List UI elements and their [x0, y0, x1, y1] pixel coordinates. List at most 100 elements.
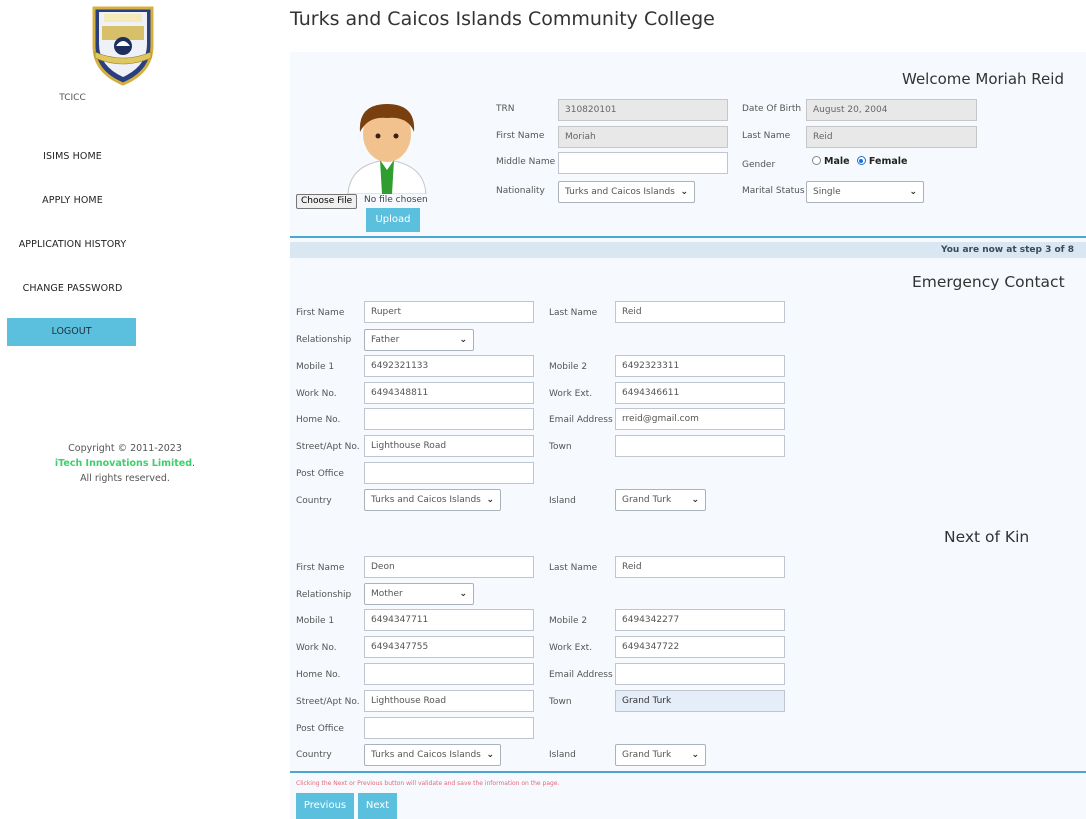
nok-relationship-label: Relationship: [296, 590, 352, 600]
marital-status-select[interactable]: Single ⌄: [806, 181, 924, 203]
nok-island-label: Island: [549, 750, 576, 760]
ec-mobile2-label: Mobile 2: [549, 362, 588, 372]
nav-isims-home[interactable]: ISIMS HOME: [0, 151, 145, 162]
ec-email-label: Email Address: [549, 415, 613, 425]
chevron-down-icon: ⌄: [909, 187, 917, 197]
nationality-select[interactable]: Turks and Caicos Islands ⌄: [558, 181, 695, 203]
nok-mobile1-label: Mobile 1: [296, 616, 335, 626]
nok-relationship-select[interactable]: Mother ⌄: [364, 583, 474, 605]
page-title: Turks and Caicos Islands Community Colle…: [290, 8, 715, 30]
chevron-down-icon: ⌄: [691, 495, 699, 505]
nok-island-select[interactable]: Grand Turk ⌄: [615, 744, 706, 766]
nok-country-label: Country: [296, 750, 332, 760]
nok-work-no-input[interactable]: 6494347755: [364, 636, 534, 658]
upload-button[interactable]: Upload: [366, 208, 420, 232]
nok-email-label: Email Address: [549, 670, 613, 680]
trn-label: TRN: [496, 104, 515, 114]
next-of-kin-heading: Next of Kin: [944, 528, 1030, 546]
nok-home-no-label: Home No.: [296, 670, 341, 680]
chevron-down-icon: ⌄: [486, 750, 494, 760]
first-name-field: Moriah: [558, 126, 728, 148]
ec-post-office-label: Post Office: [296, 469, 344, 479]
nav-application-history[interactable]: APPLICATION HISTORY: [0, 239, 145, 250]
nok-work-ext-label: Work Ext.: [549, 643, 593, 653]
last-name-field: Reid: [806, 126, 977, 148]
copyright: Copyright © 2011-2023 iTech Innovations …: [0, 441, 250, 486]
logout-button[interactable]: LOGOUT: [7, 318, 136, 346]
nok-first-name-input[interactable]: Deon: [364, 556, 534, 578]
nok-country-select[interactable]: Turks and Caicos Islands ⌄: [364, 744, 501, 766]
file-status-text: No file chosen: [364, 195, 428, 205]
nok-town-label: Town: [549, 697, 572, 707]
ec-relationship-select[interactable]: Father ⌄: [364, 329, 474, 351]
rights-line: All rights reserved.: [80, 473, 170, 484]
logo-caption: TCICC: [59, 93, 86, 103]
nav-change-password[interactable]: CHANGE PASSWORD: [0, 283, 145, 294]
footer-divider: [290, 771, 1086, 773]
gender-male-option[interactable]: Male: [812, 156, 850, 167]
ec-home-no-input[interactable]: [364, 408, 534, 430]
nok-mobile2-input[interactable]: 6494342277: [615, 609, 785, 631]
nok-home-no-input[interactable]: [364, 663, 534, 685]
ec-email-input[interactable]: rreid@gmail.com: [615, 408, 785, 430]
welcome-heading: Welcome Moriah Reid: [902, 70, 1064, 88]
ec-work-no-input[interactable]: 6494348811: [364, 382, 534, 404]
ec-post-office-input[interactable]: [364, 462, 534, 484]
ec-mobile1-label: Mobile 1: [296, 362, 335, 372]
nok-post-office-label: Post Office: [296, 724, 344, 734]
nok-work-no-label: Work No.: [296, 643, 337, 653]
step-indicator: You are now at step 3 of 8: [290, 242, 1086, 258]
nok-post-office-input[interactable]: [364, 717, 534, 739]
copyright-line: Copyright © 2011-2023: [68, 443, 182, 454]
sidebar: TCICC ISIMS HOME APPLY HOME APPLICATION …: [0, 0, 195, 819]
gender-label: Gender: [742, 160, 776, 170]
ec-mobile2-input[interactable]: 6492323311: [615, 355, 785, 377]
nok-town-input[interactable]: Grand Turk: [615, 690, 785, 712]
ec-last-name-input[interactable]: Reid: [615, 301, 785, 323]
ec-street-label: Street/Apt No.: [296, 442, 360, 452]
user-avatar: [347, 104, 427, 194]
chevron-down-icon: ⌄: [680, 187, 688, 197]
nok-mobile2-label: Mobile 2: [549, 616, 588, 626]
previous-button[interactable]: Previous: [296, 793, 354, 819]
nok-last-name-input[interactable]: Reid: [615, 556, 785, 578]
ec-street-input[interactable]: Lighthouse Road: [364, 435, 534, 457]
dob-field: August 20, 2004: [806, 99, 977, 121]
gender-female-option[interactable]: Female: [856, 156, 907, 167]
ec-island-select[interactable]: Grand Turk ⌄: [615, 489, 706, 511]
nok-street-input[interactable]: Lighthouse Road: [364, 690, 534, 712]
chevron-down-icon: ⌄: [486, 495, 494, 505]
nok-mobile1-input[interactable]: 6494347711: [364, 609, 534, 631]
ec-town-input[interactable]: [615, 435, 785, 457]
ec-country-label: Country: [296, 496, 332, 506]
last-name-label: Last Name: [742, 131, 791, 141]
nok-work-ext-input[interactable]: 6494347722: [615, 636, 785, 658]
trn-field: 310820101: [558, 99, 728, 121]
ec-island-label: Island: [549, 496, 576, 506]
next-button[interactable]: Next: [358, 793, 397, 819]
ec-work-ext-input[interactable]: 6494346611: [615, 382, 785, 404]
ec-relationship-label: Relationship: [296, 335, 352, 345]
choose-file-button[interactable]: Choose File: [296, 194, 358, 209]
middle-name-input[interactable]: [558, 152, 728, 174]
marital-status-label: Marital Status: [742, 186, 805, 196]
section-divider: [290, 236, 1086, 238]
brand-link[interactable]: iTech Innovations Limited: [55, 458, 192, 469]
college-crest-logo: [92, 6, 154, 86]
radio-male[interactable]: [812, 156, 821, 165]
nationality-label: Nationality: [496, 186, 545, 196]
ec-country-select[interactable]: Turks and Caicos Islands ⌄: [364, 489, 501, 511]
emergency-contact-heading: Emergency Contact: [912, 273, 1065, 291]
chevron-down-icon: ⌄: [459, 589, 467, 599]
radio-female[interactable]: [856, 156, 866, 165]
middle-name-label: Middle Name: [496, 157, 556, 167]
ec-first-name-input[interactable]: Rupert: [364, 301, 534, 323]
nok-first-name-label: First Name: [296, 563, 345, 573]
ec-home-no-label: Home No.: [296, 415, 341, 425]
ec-last-name-label: Last Name: [549, 308, 598, 318]
ec-work-no-label: Work No.: [296, 389, 337, 399]
ec-mobile1-input[interactable]: 6492321133: [364, 355, 534, 377]
nok-email-input[interactable]: [615, 663, 785, 685]
ec-first-name-label: First Name: [296, 308, 345, 318]
nav-apply-home[interactable]: APPLY HOME: [0, 195, 145, 206]
